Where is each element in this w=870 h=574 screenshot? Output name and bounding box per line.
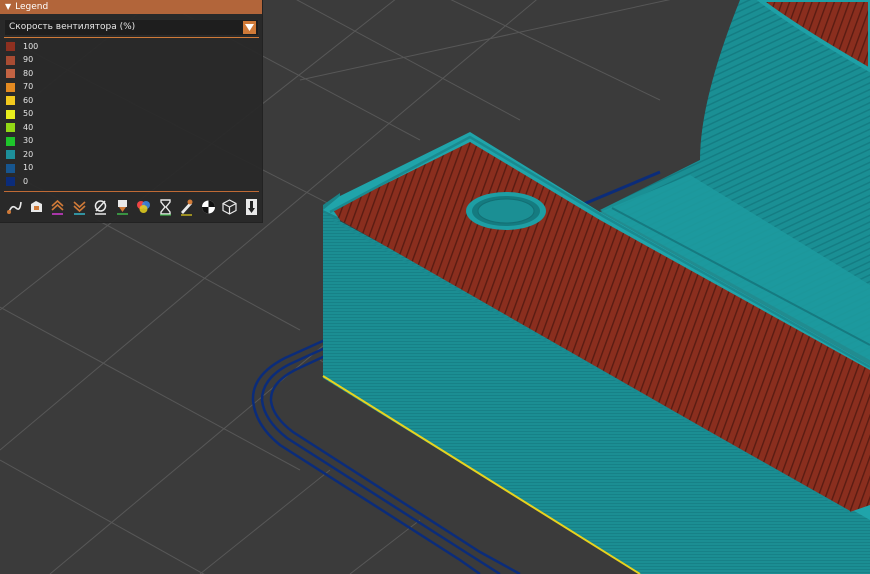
collapse-triangle-icon[interactable]: ▼ xyxy=(5,0,11,14)
legend-swatch xyxy=(6,96,15,106)
legend-item-label: 20 xyxy=(23,149,34,159)
legend-separator xyxy=(4,191,259,192)
pause-icon[interactable] xyxy=(157,198,174,216)
legend-header[interactable]: ▼ Legend xyxy=(0,0,262,14)
view-type-dropdown[interactable]: Скорость вентилятора (%) xyxy=(4,19,259,36)
legend-item: 60 xyxy=(6,94,38,108)
legend-swatch xyxy=(6,163,15,173)
legend-item: 90 xyxy=(6,54,38,68)
legend-item: 100 xyxy=(6,40,38,54)
legend-swatch xyxy=(6,150,15,160)
legend-item-label: 80 xyxy=(23,68,34,78)
legend-item-label: 40 xyxy=(23,122,34,132)
legend-item-label: 70 xyxy=(23,82,34,92)
legend-swatch xyxy=(6,177,15,187)
seams-icon[interactable] xyxy=(92,198,109,216)
legend-item-label: 10 xyxy=(23,163,34,173)
legend-item-label: 100 xyxy=(23,41,39,51)
legend-item: 30 xyxy=(6,135,38,149)
legend-item: 0 xyxy=(6,175,38,189)
retractions-icon[interactable] xyxy=(49,198,66,216)
legend-item-label: 60 xyxy=(23,95,34,105)
deretractions-icon[interactable] xyxy=(71,198,88,216)
legend-swatch xyxy=(6,82,15,92)
legend-items: 100 90 80 70 60 50 40 30 20 10 0 xyxy=(6,40,38,189)
legend-swatch xyxy=(6,55,15,65)
chevron-down-icon[interactable] xyxy=(243,21,256,34)
legend-item-label: 0 xyxy=(23,176,29,186)
center-of-gravity-icon[interactable] xyxy=(200,198,217,216)
custom-gcode-icon[interactable] xyxy=(178,198,195,216)
legend-item: 70 xyxy=(6,81,38,95)
legend-swatch xyxy=(6,136,15,146)
legend-swatch xyxy=(6,69,15,79)
legend-item: 50 xyxy=(6,108,38,122)
legend-toolbar xyxy=(6,198,260,216)
legend-item-label: 90 xyxy=(23,55,34,65)
legend-panel: ▼ Legend Скорость вентилятора (%) 100 90 8… xyxy=(0,0,263,223)
legend-swatch xyxy=(6,109,15,119)
shells-icon[interactable] xyxy=(221,198,238,216)
legend-swatch xyxy=(6,42,15,52)
tool-marker-icon[interactable] xyxy=(243,198,260,216)
color-changes-icon[interactable] xyxy=(135,198,152,216)
legend-item: 40 xyxy=(6,121,38,135)
wipe-icon[interactable] xyxy=(28,198,45,216)
legend-item-label: 50 xyxy=(23,109,34,119)
view-type-value: Скорость вентилятора (%) xyxy=(9,22,136,32)
tool-changes-icon[interactable] xyxy=(114,198,131,216)
legend-item: 80 xyxy=(6,67,38,81)
legend-item-label: 30 xyxy=(23,136,34,146)
dropdown-underline xyxy=(4,37,259,38)
legend-swatch xyxy=(6,123,15,133)
legend-item: 10 xyxy=(6,162,38,176)
travel-icon[interactable] xyxy=(6,198,23,216)
legend-item: 20 xyxy=(6,148,38,162)
legend-title: Legend xyxy=(15,2,49,12)
